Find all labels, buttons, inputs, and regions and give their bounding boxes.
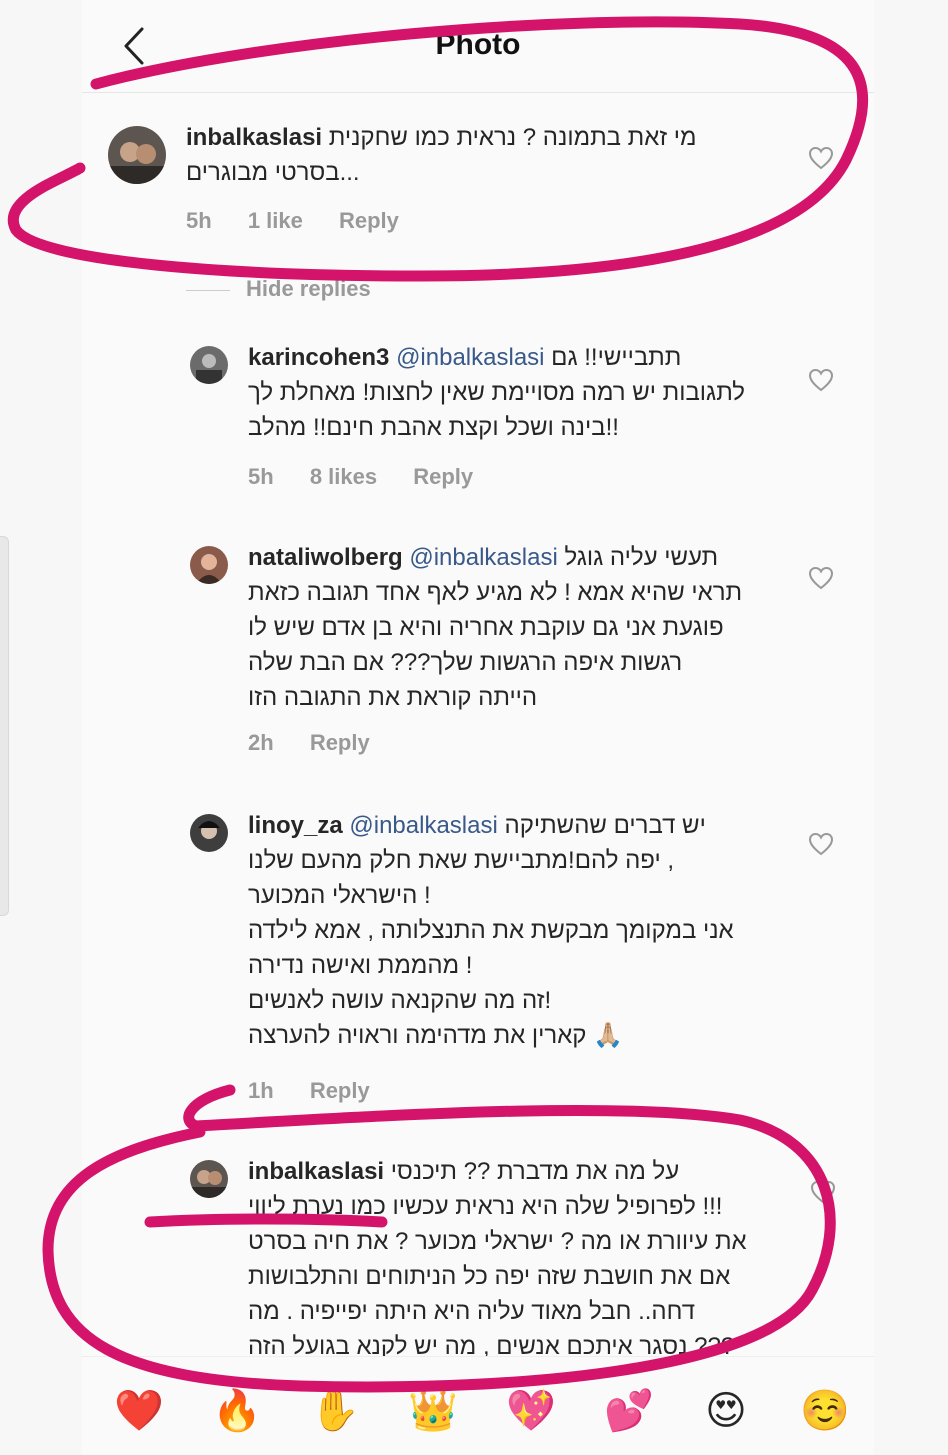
- comment-username[interactable]: karincohen3: [248, 344, 389, 371]
- divider: [186, 289, 230, 291]
- comment-text: inbalkaslasi על מה את מדברת ?? תיכנסי לפ…: [248, 1154, 778, 1364]
- emoji-button[interactable]: ❤️: [114, 1387, 164, 1435]
- comment-line: בסרטי מבוגרים...: [186, 159, 360, 186]
- comment-meta: 5h 8 likes Reply: [248, 464, 503, 490]
- comment-line: אני במקומך מבקשת את התנצלותה , אמא לילדה: [248, 917, 734, 944]
- comment-time: 1h: [248, 1078, 274, 1103]
- comment-time: 5h: [248, 464, 274, 489]
- heart-outline-icon[interactable]: [808, 146, 834, 170]
- emoji-button[interactable]: 🔥: [212, 1387, 262, 1435]
- emoji-button[interactable]: 👑: [408, 1387, 458, 1435]
- comment-username[interactable]: inbalkaslasi: [248, 1158, 384, 1185]
- comment-text: nataliwolberg @inbalkaslasi תעשי עליה גו…: [248, 540, 778, 715]
- comment-line: יש דברים שהשתיקה: [504, 812, 706, 839]
- avatar[interactable]: [190, 1160, 228, 1198]
- emoji-button[interactable]: 💕: [604, 1387, 654, 1435]
- heart-outline-icon[interactable]: [808, 832, 834, 856]
- comment-mention[interactable]: @inbalkaslasi: [349, 812, 497, 839]
- emoji-quick-reply-bar: ❤️ 🔥 ✋ 👑 💖 💕 😍 ☺️: [82, 1356, 874, 1455]
- hide-replies-label: Hide replies: [246, 276, 371, 301]
- emoji-button[interactable]: ☺️: [800, 1387, 850, 1435]
- avatar[interactable]: [190, 346, 228, 384]
- avatar[interactable]: [190, 814, 228, 852]
- emoji-button[interactable]: 😍: [702, 1387, 750, 1435]
- reply-button[interactable]: Reply: [413, 464, 473, 489]
- comment-username[interactable]: nataliwolberg: [248, 544, 403, 571]
- reply-button[interactable]: Reply: [310, 1078, 370, 1103]
- comment-line: הייתה קוראת את התגובה הזו: [248, 684, 538, 711]
- reply-button[interactable]: Reply: [339, 208, 399, 233]
- comment-line: תעשי עליה גוגל: [564, 544, 719, 571]
- page-title: Photo: [435, 28, 521, 61]
- emoji-button[interactable]: ✋: [310, 1387, 360, 1435]
- heart-outline-icon[interactable]: [808, 368, 834, 392]
- reply-button[interactable]: Reply: [310, 730, 370, 755]
- comment-line: קארין את מדהימה וראויה להערצה 🙏🏼: [248, 1022, 623, 1049]
- comment-line: תתביישי!! גם: [551, 344, 682, 371]
- comment-line: מי זאת בתמונה ? נראית כמו שחקנית: [328, 124, 697, 151]
- comment-line: אם את חושבת שזה יפה כל הניתוחים והתלבושו…: [248, 1263, 731, 1290]
- comment-mention[interactable]: @inbalkaslasi: [409, 544, 557, 571]
- comment-line: על מה את מדברת ?? תיכנסי: [390, 1158, 680, 1185]
- emoji-button[interactable]: 💖: [506, 1387, 556, 1435]
- comment-line: זה מה שהקנאה עושה לאנשים!: [248, 987, 552, 1014]
- comment-meta: 2h Reply: [248, 730, 400, 756]
- hide-replies-button[interactable]: Hide replies: [186, 276, 371, 302]
- side-panel-edge: [0, 536, 9, 916]
- comment-line: רגשות איפה הרגשות שלך??? אם הבת שלה: [248, 649, 683, 676]
- comment-line: לפרופיל שלה היא נראית עכשיו כמו נערת ליו…: [248, 1193, 723, 1220]
- comment-text: karincohen3 @inbalkaslasi תתביישי!! גם ל…: [248, 340, 778, 445]
- top-bar: Photo: [82, 0, 874, 93]
- comment-time: 2h: [248, 730, 274, 755]
- comment-line: מהממת ואישה נדירה !: [248, 952, 473, 979]
- comment-likes[interactable]: 8 likes: [310, 464, 377, 489]
- comment-line: דחה.. חבל מאוד עליה היא היתה יפייפיה . מ…: [248, 1298, 696, 1325]
- comment-line: בינה ושכל וקצת אהבת חינם!! מהלב!!: [248, 414, 619, 441]
- comment-line: הישראלי המכוער !: [248, 882, 431, 909]
- avatar[interactable]: [190, 546, 228, 584]
- comment-text: inbalkaslasi מי זאת בתמונה ? נראית כמו ש…: [186, 120, 766, 190]
- comment-mention[interactable]: @inbalkaslasi: [396, 344, 544, 371]
- comment-line: יפה להם!מתביישת שאת חלק מהעם שלנו ,: [248, 847, 675, 874]
- comment-line: לתגובות יש רמה מסויימת שאין לחצות! מאחלת…: [248, 379, 746, 406]
- avatar[interactable]: [108, 126, 166, 184]
- heart-outline-icon[interactable]: [808, 566, 834, 590]
- comment-meta: 1h Reply: [248, 1078, 400, 1104]
- comment-line: פוגעת אני גם עוקבת אחריה והיא בן אדם שיש…: [248, 614, 724, 641]
- comment-text: linoy_za @inbalkaslasi יש דברים שהשתיקה …: [248, 808, 778, 1053]
- comment-meta: 5h 1 like Reply: [186, 208, 429, 234]
- comment-likes[interactable]: 1 like: [248, 208, 303, 233]
- comment-username[interactable]: inbalkaslasi: [186, 124, 322, 151]
- heart-outline-icon[interactable]: [810, 1180, 836, 1204]
- comment-line: תראי שהיא אמא ! לא מגיע לאף אחד תגובה כז…: [248, 579, 743, 606]
- comment-time: 5h: [186, 208, 212, 233]
- comment-line: את עיוורת או מה ? ישראלי מכוער ? את חיה …: [248, 1228, 747, 1255]
- comment-username[interactable]: linoy_za: [248, 812, 343, 839]
